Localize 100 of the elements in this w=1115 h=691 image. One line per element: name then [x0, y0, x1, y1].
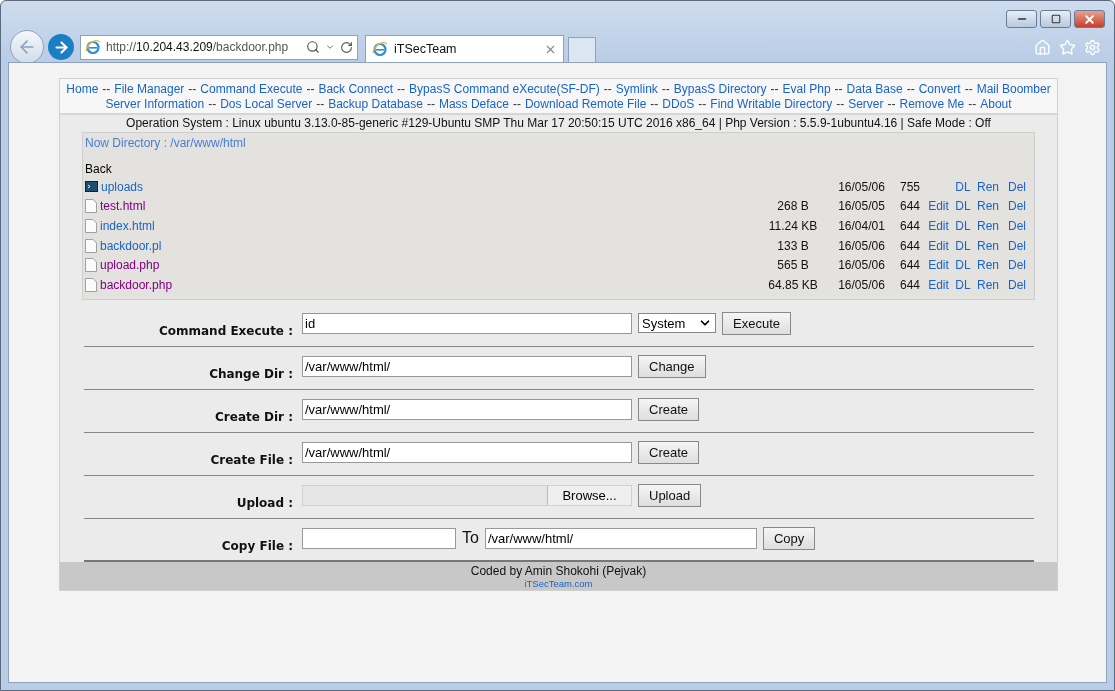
maximize-icon: [1050, 14, 1061, 24]
star-icon[interactable]: [1059, 38, 1076, 56]
action-link[interactable]: Ren: [974, 219, 1002, 233]
menu-link[interactable]: Back Connect: [318, 82, 394, 96]
menu-link[interactable]: Mass Deface: [438, 97, 509, 111]
menu-link[interactable]: Download Remote File: [524, 97, 647, 111]
submit-button[interactable]: Create: [638, 440, 700, 464]
separator: --: [102, 82, 111, 96]
file-date: 16/05/06: [837, 258, 886, 273]
search-icon[interactable]: [306, 40, 320, 54]
file-size: 268 B: [776, 199, 810, 214]
path-field[interactable]: /var/www/html/: [302, 355, 632, 377]
action-link[interactable]: Ren: [974, 238, 1002, 253]
menu-link[interactable]: Symlink: [615, 82, 658, 96]
address-bar[interactable]: http://10.204.43.209/backdoor.php: [80, 34, 358, 60]
source-field[interactable]: [302, 527, 456, 549]
action-link[interactable]: Del: [1002, 258, 1032, 273]
file-icon: [85, 238, 97, 253]
file-link[interactable]: test.html: [100, 199, 146, 214]
caret-icon[interactable]: [325, 42, 335, 52]
menu-link[interactable]: Backup Database: [328, 97, 423, 111]
separator: --: [906, 82, 915, 96]
menu-link[interactable]: Dos Local Server: [220, 97, 313, 111]
upload-button[interactable]: Upload: [638, 483, 702, 507]
separator: --: [661, 82, 670, 96]
menu-link[interactable]: BypasS Directory: [673, 82, 767, 96]
copy-button[interactable]: Copy: [762, 526, 816, 550]
action-link[interactable]: Del: [1002, 238, 1032, 253]
action-link[interactable]: Ren: [974, 258, 1002, 273]
separator: --: [698, 97, 707, 111]
file-date: 16/05/06: [837, 179, 886, 194]
action-link[interactable]: DL: [952, 179, 974, 194]
action-link[interactable]: DL: [952, 199, 974, 214]
menu-link[interactable]: Eval Php: [782, 82, 831, 96]
execute-button[interactable]: Execute: [722, 311, 791, 335]
back-button[interactable]: [10, 30, 44, 64]
destination-field[interactable]: /var/www/html/: [484, 527, 757, 549]
menu-link[interactable]: Data Base: [846, 82, 903, 96]
maximize-button[interactable]: [1040, 10, 1071, 28]
action-link[interactable]: Edit: [925, 258, 952, 273]
menu-link[interactable]: Command Execute: [200, 82, 303, 96]
file-link[interactable]: uploads: [101, 179, 144, 194]
path-field[interactable]: /var/www/html/: [302, 441, 632, 463]
action-link[interactable]: Ren: [974, 199, 1002, 214]
forward-button[interactable]: [48, 34, 74, 60]
action-link[interactable]: Ren: [974, 179, 1002, 194]
command-field[interactable]: id: [302, 312, 632, 334]
menu-link[interactable]: Remove Me: [899, 97, 965, 111]
form-label: Create Dir :: [214, 408, 293, 424]
separator: --: [964, 82, 973, 96]
menu-link[interactable]: BypasS Command eXecute(SF-DF): [409, 82, 600, 96]
action-link[interactable]: DL: [952, 238, 974, 253]
action-link[interactable]: Edit: [925, 219, 952, 233]
form-label: Create File :: [209, 451, 293, 467]
file-size: 11.24 KB: [767, 219, 819, 233]
action-link[interactable]: Del: [1002, 179, 1032, 194]
file-link[interactable]: backdoor.php: [100, 277, 173, 292]
action-link[interactable]: Del: [1002, 199, 1032, 214]
action-link[interactable]: Edit: [925, 277, 952, 292]
menu-link[interactable]: Find Writable Directory: [710, 97, 833, 111]
new-tab-button[interactable]: [568, 37, 596, 62]
menu-link[interactable]: Convert: [918, 82, 961, 96]
action-link[interactable]: DL: [952, 258, 974, 273]
close-button[interactable]: [1074, 10, 1105, 28]
browser-tab[interactable]: iTSecTeam: [365, 35, 564, 62]
action-link[interactable]: Edit: [925, 199, 952, 214]
file-link[interactable]: index.html: [100, 219, 155, 233]
footer-link[interactable]: iTSecTeam.com: [524, 577, 593, 589]
browse-button[interactable]: Browse...: [547, 485, 631, 505]
menu-link[interactable]: DDoS: [662, 97, 695, 111]
submit-button[interactable]: Create: [638, 397, 700, 421]
separator: --: [316, 97, 325, 111]
separator: --: [208, 97, 217, 111]
menu-link[interactable]: About: [980, 97, 1012, 111]
separator: --: [603, 82, 612, 96]
menu-link[interactable]: Server: [848, 97, 884, 111]
file-icon: [85, 258, 97, 273]
file-permissions: 644: [899, 277, 921, 292]
action-link[interactable]: DL: [952, 219, 974, 233]
file-link[interactable]: backdoor.pl: [100, 238, 162, 253]
file-date: 16/05/06: [837, 277, 886, 292]
refresh-icon[interactable]: [340, 40, 353, 54]
method-select[interactable]: System: [638, 313, 716, 334]
submit-button[interactable]: Change: [638, 354, 706, 378]
file-link[interactable]: upload.php: [100, 258, 160, 273]
minimize-button[interactable]: [1006, 10, 1037, 28]
action-link[interactable]: Edit: [925, 238, 952, 253]
file-icon: [85, 219, 97, 233]
file-picker[interactable]: Browse...: [302, 484, 632, 506]
action-link[interactable]: Del: [1002, 219, 1032, 233]
action-link[interactable]: Del: [1002, 277, 1032, 292]
action-link[interactable]: Ren: [974, 277, 1002, 292]
menu-link[interactable]: Mail Boomber: [976, 82, 1051, 96]
path-field[interactable]: /var/www/html/: [302, 398, 632, 420]
menu-link[interactable]: Home: [66, 82, 99, 96]
menu-link[interactable]: File Manager: [114, 82, 185, 96]
menu-link[interactable]: Server Information: [105, 97, 205, 111]
action-link[interactable]: DL: [952, 277, 974, 292]
back-link[interactable]: Back: [85, 162, 112, 176]
separator: --: [836, 97, 845, 111]
